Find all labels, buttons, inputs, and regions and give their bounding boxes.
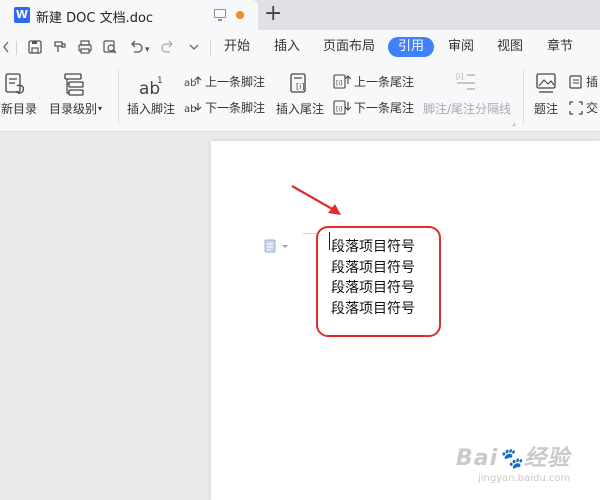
prev-endnote-button[interactable]: 上一条尾注 <box>354 75 414 89</box>
chevron-left-icon[interactable] <box>2 39 10 59</box>
svg-text:[i]: [i] <box>336 80 342 87</box>
prev-footnote-button[interactable]: 上一条脚注 <box>205 75 265 89</box>
annotation-highlight-box <box>316 226 441 337</box>
ribbon-divider <box>118 70 119 124</box>
menu-insert[interactable]: 插入 <box>274 39 300 55</box>
menu-page-layout[interactable]: 页面布局 <box>323 39 375 55</box>
format-painter-icon[interactable] <box>52 39 68 59</box>
svg-text:[i]: [i] <box>296 82 304 91</box>
toc-level-icon[interactable] <box>63 72 87 100</box>
new-tab-button[interactable]: + <box>264 2 282 26</box>
undo-dropdown-icon[interactable]: ▾ <box>145 42 150 58</box>
insert-footnote-icon[interactable]: ab 1 <box>138 72 164 102</box>
separator-line-icon[interactable]: [i] <box>455 70 477 98</box>
svg-text:1: 1 <box>157 76 163 86</box>
svg-text:[i]: [i] <box>336 106 342 113</box>
caption-button[interactable]: 题注 <box>534 102 558 116</box>
caption-icon[interactable] <box>535 72 557 100</box>
svg-text:[i]: [i] <box>456 73 464 81</box>
divider <box>210 41 211 55</box>
menu-home[interactable]: 开始 <box>224 39 250 55</box>
next-endnote-icon[interactable]: [i] <box>333 99 352 119</box>
watermark-url-logo: jingyan.baidu.com <box>478 473 571 484</box>
cross-reference-button[interactable]: 交 <box>586 101 598 115</box>
footnote-separator-button[interactable]: 脚注/尾注分隔线 <box>423 102 511 116</box>
menu-view[interactable]: 视图 <box>497 39 523 55</box>
dialog-launcher-icon[interactable]: ⌟ <box>512 116 516 130</box>
monitor-icon[interactable] <box>214 9 226 21</box>
writer-doc-icon: W <box>14 7 30 23</box>
baidu-jingyan-watermark-logo: Bai🐾经验 <box>456 446 571 471</box>
insert-footnote-button[interactable]: 插入脚注 <box>127 102 175 116</box>
document-tab[interactable]: W 新建 DOC 文档.doc <box>0 0 258 30</box>
tab-title: 新建 DOC 文档.doc <box>36 11 154 26</box>
annotation-arrow-icon <box>291 185 341 215</box>
customize-dropdown-icon[interactable] <box>188 39 200 59</box>
undo-icon[interactable] <box>128 39 144 59</box>
insert-table-of-figures-icon[interactable] <box>568 74 584 94</box>
toc-level-button[interactable]: 目录级别 <box>49 102 97 116</box>
redo-icon[interactable] <box>160 39 176 59</box>
menu-toolbar: ▾ 开始 插入 页面布局 引用 审阅 视图 章节 <box>0 30 600 64</box>
insert-endnote-icon[interactable]: [i] <box>289 72 311 100</box>
svg-text:ab: ab <box>184 78 196 89</box>
cross-reference-icon[interactable] <box>568 100 584 120</box>
references-ribbon: 新目录 目录级别 ▾ ab 1 插入脚注 ab 上一条脚注 ab 下一条脚注 [i… <box>0 64 600 132</box>
paragraph-handle-icon[interactable] <box>264 238 290 257</box>
svg-text:ab: ab <box>184 104 196 115</box>
next-endnote-button[interactable]: 下一条尾注 <box>354 101 414 115</box>
toc-level-dropdown-icon[interactable]: ▾ <box>98 102 102 116</box>
prev-footnote-icon[interactable]: ab <box>184 74 202 93</box>
print-preview-icon[interactable] <box>102 39 118 59</box>
menu-section[interactable]: 章节 <box>547 39 573 55</box>
insert-endnote-button[interactable]: 插入尾注 <box>276 102 324 116</box>
next-footnote-icon[interactable]: ab <box>184 100 202 119</box>
menu-references[interactable]: 引用 <box>388 37 435 57</box>
unsaved-dot-icon <box>236 11 244 19</box>
print-icon[interactable] <box>77 39 93 59</box>
next-footnote-button[interactable]: 下一条脚注 <box>205 101 265 115</box>
ribbon-divider <box>523 70 524 124</box>
menu-review[interactable]: 审阅 <box>448 39 474 55</box>
title-bar: W 新建 DOC 文档.doc + <box>0 0 600 30</box>
insert-table-of-figures-button[interactable]: 插 <box>586 75 598 89</box>
divider <box>16 41 17 55</box>
save-icon[interactable] <box>27 39 43 59</box>
update-toc-button[interactable]: 新目录 <box>1 102 37 116</box>
update-toc-icon[interactable] <box>4 72 26 100</box>
prev-endnote-icon[interactable]: [i] <box>333 73 352 93</box>
